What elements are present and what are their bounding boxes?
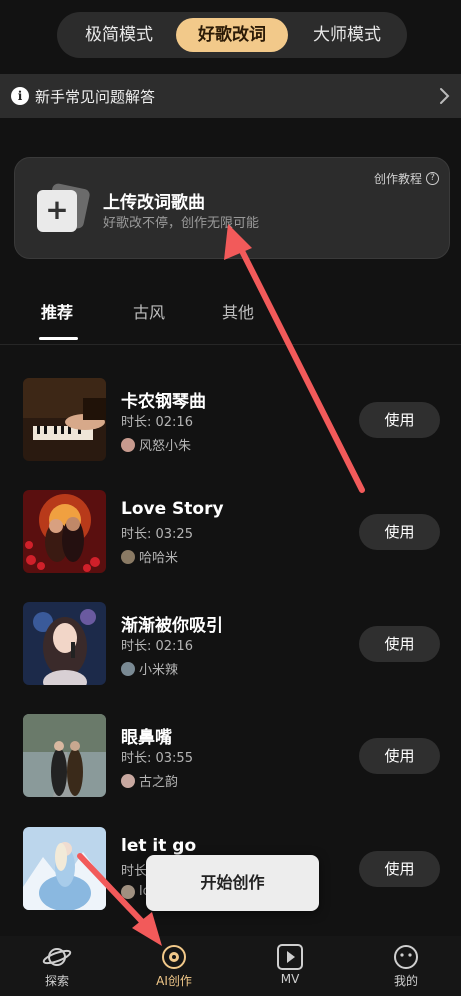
nav-mv[interactable]: MV — [250, 944, 330, 986]
song-cover — [23, 378, 106, 461]
nav-label: 探索 — [44, 974, 69, 988]
tab-ancient-style[interactable]: 古风 — [133, 299, 165, 323]
use-button[interactable]: 使用 — [359, 402, 440, 438]
mode-master[interactable]: 大师模式 — [297, 18, 397, 52]
author-name: 哈哈米 — [139, 551, 179, 566]
divider — [0, 344, 461, 345]
song-item[interactable]: 渐渐被你吸引 时长: 02:16 小米辣 使用 — [0, 602, 461, 688]
song-duration: 时长: 03:25 — [121, 527, 193, 542]
avatar — [121, 549, 135, 564]
nav-me[interactable]: 我的 — [366, 944, 446, 989]
mode-minimal[interactable]: 极简模式 — [71, 18, 167, 52]
author-name: 风怒小朱 — [139, 439, 192, 454]
avatar — [121, 437, 135, 452]
tab-other[interactable]: 其他 — [222, 299, 254, 323]
song-cover — [23, 827, 106, 910]
song-cover — [23, 714, 106, 797]
use-button[interactable]: 使用 — [359, 514, 440, 550]
avatar — [121, 773, 135, 788]
nav-label: AI创作 — [156, 974, 192, 988]
song-author: 古之韵 — [121, 771, 178, 790]
upload-title: 上传改词歌曲 — [103, 193, 205, 213]
tutorial-link[interactable]: 创作教程 ? — [374, 170, 439, 187]
avatar — [121, 884, 135, 899]
song-author: 哈哈米 — [121, 547, 178, 566]
song-title: 卡农钢琴曲 — [121, 392, 206, 412]
nav-label: 我的 — [393, 974, 418, 988]
avatar — [121, 661, 135, 676]
profile-face-icon — [394, 945, 418, 969]
start-creating-button[interactable]: 开始创作 — [146, 855, 319, 911]
faq-bar[interactable]: i 新手常见问题解答 — [0, 74, 461, 118]
mode-rewrite-lyrics[interactable]: 好歌改词 — [176, 18, 288, 52]
nav-label: MV — [280, 972, 300, 986]
song-title: let it go — [121, 836, 197, 856]
mode-selector: 极简模式 好歌改词 大师模式 — [57, 12, 407, 58]
song-author: 小米辣 — [121, 659, 178, 678]
use-button[interactable]: 使用 — [359, 851, 440, 887]
song-item[interactable]: 卡农钢琴曲 时长: 02:16 风怒小朱 使用 — [0, 378, 461, 464]
song-item[interactable]: Love Story 时长: 03:25 哈哈米 使用 — [0, 490, 461, 576]
song-duration: 时长: 02:16 — [121, 415, 193, 430]
category-tabs: 推荐 古风 其他 — [0, 295, 461, 345]
play-icon — [277, 944, 303, 970]
song-duration: 时长: 03:55 — [121, 751, 193, 766]
planet-icon — [42, 948, 72, 966]
tab-recommended[interactable]: 推荐 — [41, 299, 73, 323]
nav-explore[interactable]: 探索 — [17, 944, 97, 989]
song-cover — [23, 602, 106, 685]
add-song-icon: + — [35, 182, 91, 234]
upload-song-card[interactable]: 创作教程 ? + 上传改词歌曲 好歌改不停，创作无限可能 — [14, 157, 450, 259]
chevron-right-icon — [440, 88, 450, 104]
info-icon: i — [11, 87, 29, 105]
use-button[interactable]: 使用 — [359, 738, 440, 774]
song-title: Love Story — [121, 499, 224, 519]
tutorial-label: 创作教程 — [373, 172, 422, 186]
song-item[interactable]: 眼鼻嘴 时长: 03:55 古之韵 使用 — [0, 714, 461, 800]
author-name: 小米辣 — [139, 663, 179, 678]
question-icon: ? — [426, 172, 439, 185]
song-cover — [23, 490, 106, 573]
use-button[interactable]: 使用 — [359, 626, 440, 662]
song-title: 眼鼻嘴 — [121, 728, 172, 748]
faq-label: 新手常见问题解答 — [35, 87, 156, 106]
song-author: 风怒小朱 — [121, 435, 191, 454]
nav-ai-create[interactable]: AI创作 — [134, 944, 214, 989]
bottom-nav: 探索 AI创作 MV 我的 — [0, 936, 461, 996]
active-tab-indicator — [39, 337, 78, 340]
song-duration: 时长: 02:16 — [121, 639, 193, 654]
upload-subtitle: 好歌改不停，创作无限可能 — [103, 216, 260, 231]
author-name: 古之韵 — [139, 775, 179, 790]
music-disc-icon — [162, 945, 186, 969]
song-title: 渐渐被你吸引 — [121, 616, 223, 636]
